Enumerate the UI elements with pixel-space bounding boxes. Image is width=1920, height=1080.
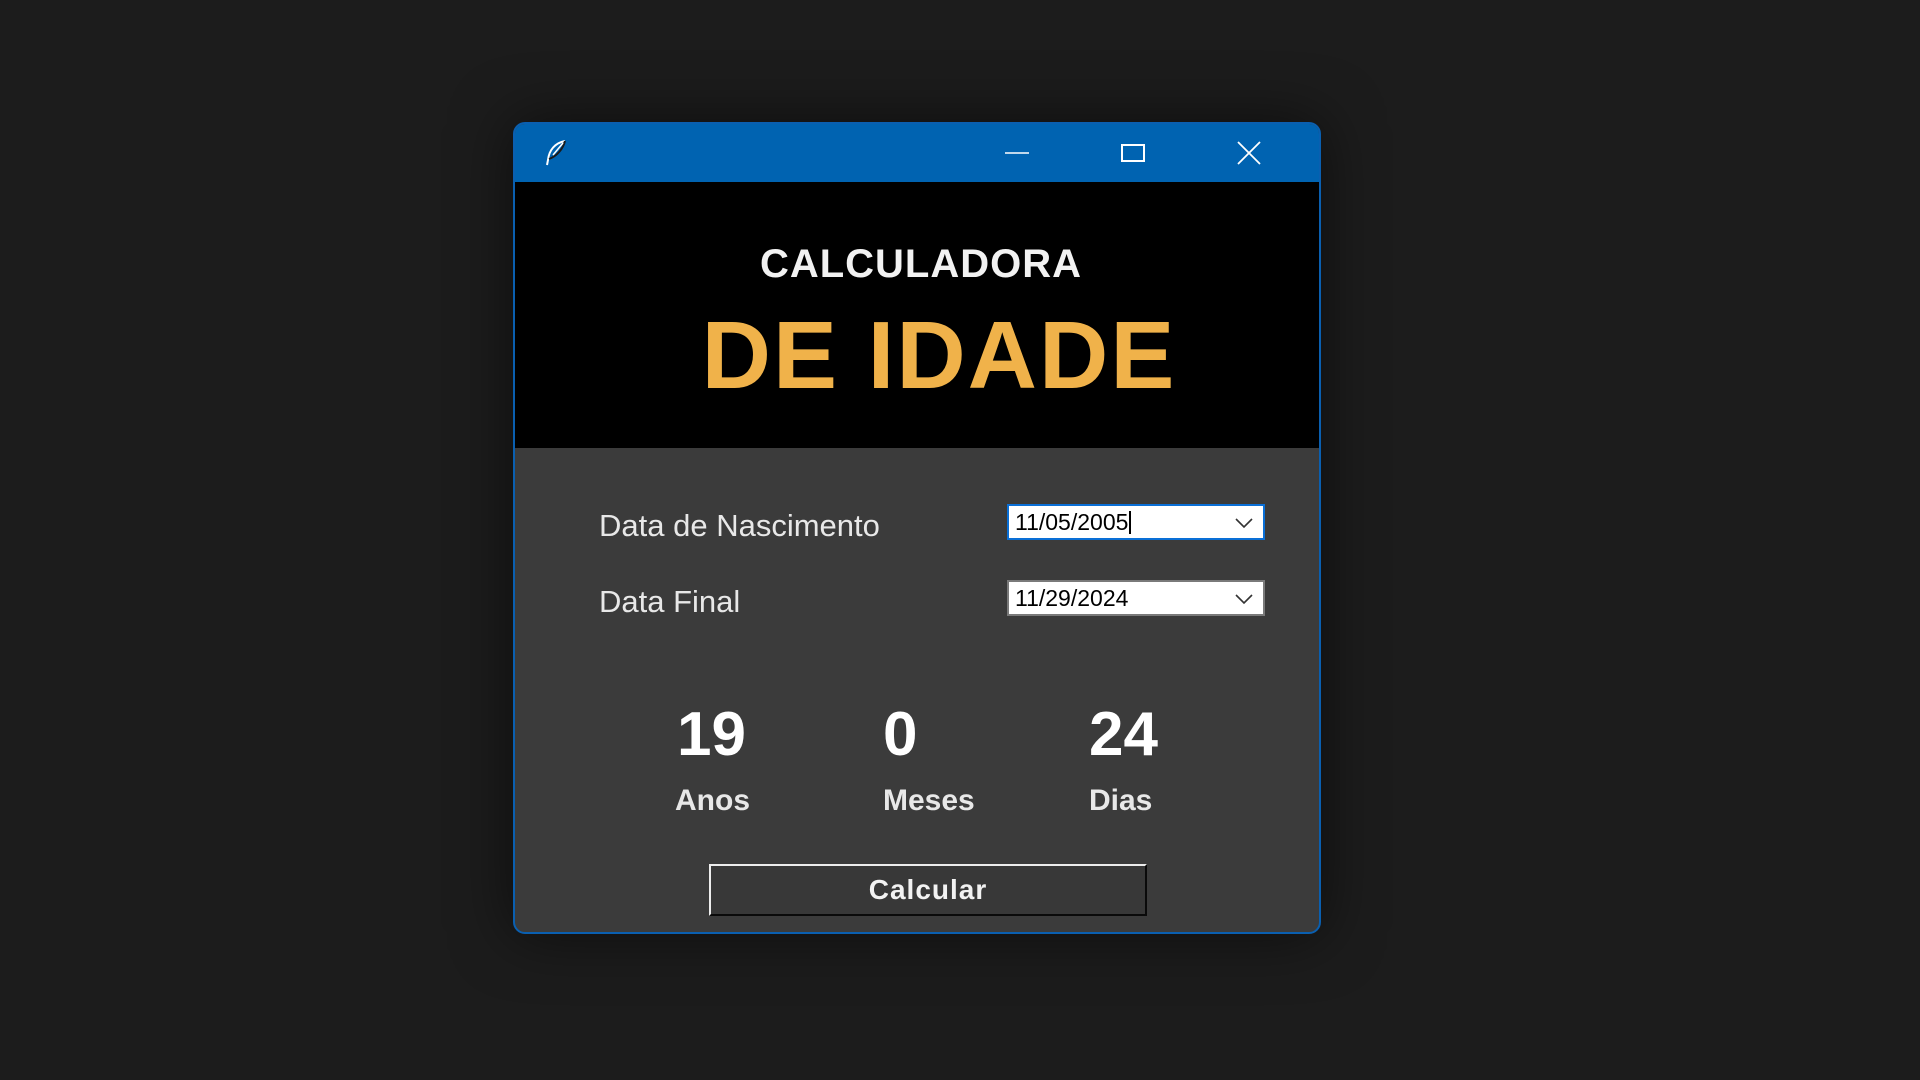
- close-button[interactable]: [1191, 124, 1307, 182]
- age-calculator-window: CALCULADORA DE IDADE Data de Nascimento …: [513, 122, 1321, 934]
- header-banner: CALCULADORA DE IDADE: [515, 182, 1319, 448]
- years-value: 19: [677, 700, 746, 769]
- title-line-1: CALCULADORA: [759, 242, 1083, 286]
- desktop: CALCULADORA DE IDADE Data de Nascimento …: [0, 0, 1920, 1080]
- title-line-2: DE IDADE: [701, 302, 1177, 409]
- text-caret: [1129, 511, 1132, 534]
- months-label: Meses: [883, 784, 975, 817]
- birth-date-value[interactable]: 11/05/2005: [1015, 511, 1132, 534]
- chevron-down-icon[interactable]: [1233, 516, 1255, 530]
- minimize-button[interactable]: [959, 124, 1075, 182]
- title-bar[interactable]: [515, 124, 1319, 182]
- birth-date-label: Data de Nascimento: [599, 508, 880, 543]
- days-value: 24: [1089, 700, 1158, 769]
- maximize-button[interactable]: [1075, 124, 1191, 182]
- minimize-icon: [1005, 152, 1029, 154]
- years-label: Anos: [675, 784, 750, 817]
- months-value: 0: [883, 700, 918, 769]
- close-icon: [1237, 141, 1261, 165]
- days-label: Dias: [1089, 784, 1153, 817]
- final-date-value[interactable]: 11/29/2024: [1015, 587, 1128, 610]
- final-date-picker[interactable]: 11/29/2024: [1007, 580, 1265, 616]
- birth-date-picker[interactable]: 11/05/2005: [1007, 504, 1265, 540]
- chevron-down-icon[interactable]: [1233, 592, 1255, 606]
- feather-icon: [546, 140, 566, 166]
- calculate-button[interactable]: Calcular: [709, 864, 1147, 916]
- maximize-icon: [1121, 144, 1145, 162]
- final-date-label: Data Final: [599, 584, 741, 619]
